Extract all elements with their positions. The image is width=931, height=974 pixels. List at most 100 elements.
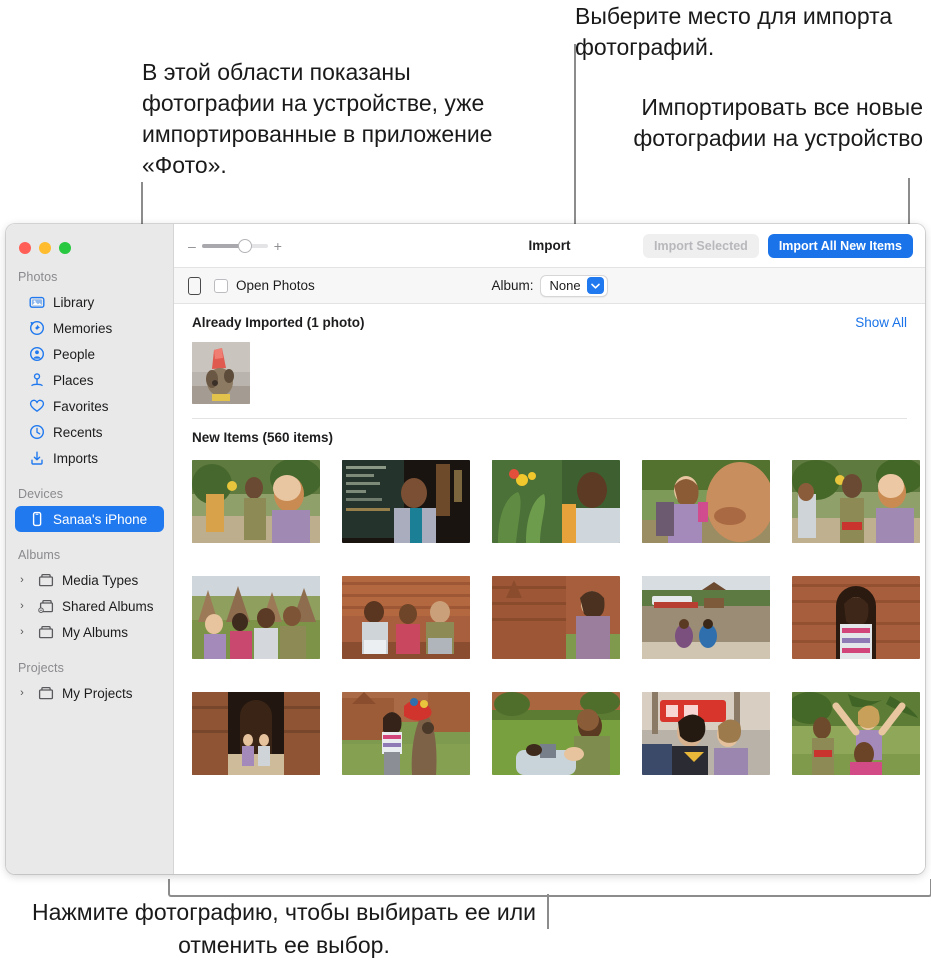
sidebar-item-shared-albums[interactable]: › Shared Albums (15, 593, 164, 619)
man-with-flowers[interactable] (492, 460, 620, 543)
sidebar-group-albums: Albums › Media Types › Shared Albums › My A… (6, 548, 173, 645)
album-icon (37, 572, 54, 589)
photo-thumbnail[interactable] (342, 460, 470, 543)
three-friends-brick-wall[interactable] (342, 576, 470, 659)
memories-icon (28, 320, 45, 337)
photo-thumbnail[interactable] (192, 342, 250, 404)
woman-backpack-closeup[interactable] (642, 460, 770, 543)
import-options-bar: Open Photos Album: None (174, 268, 925, 304)
photo-thumbnail[interactable] (342, 576, 470, 659)
toolbar-actions: Import Selected Import All New Items (643, 233, 913, 258)
sidebar-item-my-projects[interactable]: › My Projects (15, 680, 164, 706)
sidebar-item-label: Memories (53, 320, 113, 336)
photo-thumbnail[interactable] (642, 692, 770, 775)
album-icon (37, 624, 54, 641)
photo-thumbnail[interactable] (342, 692, 470, 775)
album-label: Album: (491, 278, 534, 293)
photo-thumbnail[interactable] (492, 460, 620, 543)
sidebar-item-places[interactable]: Places (15, 367, 164, 393)
zoom-window-button[interactable] (59, 242, 71, 254)
sidebar-item-label: Library (53, 294, 95, 310)
sidebar-item-my-albums[interactable]: › My Albums (15, 619, 164, 645)
callout-import-all-text: Импортировать все новые фотографии на ус… (633, 94, 923, 151)
sidebar-item-label: Recents (53, 424, 103, 440)
couple-walking-path[interactable] (792, 460, 920, 543)
sidebar-groups: Photos Library Memories People Places Fa… (6, 270, 173, 706)
couple-temple-corridor[interactable] (192, 692, 320, 775)
album-icon (37, 685, 54, 702)
chevron-right-icon[interactable]: › (15, 687, 29, 699)
couple-on-grass[interactable] (492, 692, 620, 775)
zoom-out-icon[interactable]: – (188, 239, 196, 253)
photo-thumbnail[interactable] (192, 576, 320, 659)
photo-thumbnail[interactable] (642, 576, 770, 659)
album-selected-value: None (549, 278, 581, 293)
leader-bracket-bottom (168, 879, 931, 897)
open-photos-label: Open Photos (236, 278, 315, 293)
new-items-title: New Items (560 items) (192, 430, 334, 445)
sidebar-item-label: Media Types (62, 572, 139, 588)
import-selected-button[interactable]: Import Selected (643, 233, 759, 258)
sidebar-item-memories[interactable]: Memories (15, 315, 164, 341)
sidebar-item-label: Favorites (53, 398, 109, 414)
sidebar-group-projects: Projects › My Projects (6, 661, 173, 706)
two-hikers-path[interactable] (192, 460, 320, 543)
man-at-cafe-chalkboard[interactable] (342, 460, 470, 543)
sidebar-item-imports[interactable]: Imports (15, 445, 164, 471)
album-popup-button[interactable]: None (540, 274, 608, 297)
sidebar-item-label: Shared Albums (62, 598, 154, 614)
group-at-temple[interactable] (192, 576, 320, 659)
photo-thumbnail[interactable] (792, 692, 920, 775)
photo-thumbnail[interactable] (192, 460, 320, 543)
sidebar-item-label: Sanaa's iPhone (53, 511, 148, 527)
sidebar-item-media-types[interactable]: › Media Types (15, 567, 164, 593)
new-items-header: New Items (560 items) (174, 419, 925, 445)
already-imported-thumbs (174, 330, 925, 404)
woman-at-ruins[interactable] (492, 576, 620, 659)
photo-thumbnail[interactable] (792, 460, 920, 543)
two-people-riverbank[interactable] (642, 576, 770, 659)
show-all-link[interactable]: Show All (855, 315, 907, 330)
chevron-right-icon[interactable]: › (15, 600, 29, 612)
woman-by-tree[interactable] (342, 692, 470, 775)
photo-thumbnail[interactable] (642, 460, 770, 543)
import-all-new-items-button[interactable]: Import All New Items (767, 233, 913, 258)
thumbnail-size-slider[interactable]: – + (188, 238, 282, 253)
leader-line-bottom (547, 894, 549, 929)
friends-arms-raised[interactable] (792, 692, 920, 775)
people-icon (28, 346, 45, 363)
photo-thumbnail[interactable] (492, 692, 620, 775)
photo-thumbnail[interactable] (492, 576, 620, 659)
open-photos-checkbox[interactable] (214, 278, 228, 293)
two-women-in-tuktuk[interactable] (642, 692, 770, 775)
chevron-down-icon[interactable] (586, 277, 604, 294)
new-items-grid[interactable] (174, 445, 925, 775)
minimize-button[interactable] (39, 242, 51, 254)
zoom-in-icon[interactable]: + (274, 239, 282, 253)
shared-album-icon (37, 598, 54, 615)
heart-icon (28, 398, 45, 415)
sidebar-item-label: My Projects (62, 685, 133, 701)
slider-knob[interactable] (237, 238, 252, 253)
chevron-right-icon[interactable]: › (15, 574, 29, 586)
sidebar-item-people[interactable]: People (15, 341, 164, 367)
callout-already-imported-text: В этой области показаны фотографии на ус… (142, 59, 493, 178)
already-imported-title: Already Imported (1 photo) (192, 315, 365, 330)
woman-in-archway[interactable] (792, 576, 920, 659)
photo-thumbnail[interactable] (792, 576, 920, 659)
sidebar-item-recents[interactable]: Recents (15, 419, 164, 445)
slider-track[interactable] (201, 238, 268, 253)
sidebar-item-favorites[interactable]: Favorites (15, 393, 164, 419)
close-button[interactable] (19, 242, 31, 254)
annotated-screenshot: В этой области показаны фотографии на ус… (0, 0, 931, 974)
callout-select-photo-text: Нажмите фотографию, чтобы выбирать ее ил… (32, 899, 536, 958)
import-content[interactable]: Already Imported (1 photo) Show All New … (174, 304, 925, 874)
already-imported-header: Already Imported (1 photo) Show All (174, 304, 925, 330)
sidebar-item-label: My Albums (62, 624, 129, 640)
photo-thumbnail[interactable] (192, 692, 320, 775)
sidebar-item-library[interactable]: Library (15, 289, 164, 315)
sidebar: Photos Library Memories People Places Fa… (6, 224, 174, 874)
sidebar-item-sanaa-s-iphone[interactable]: Sanaa's iPhone (15, 506, 164, 532)
iphone-icon (188, 276, 201, 295)
chevron-right-icon[interactable]: › (15, 626, 29, 638)
